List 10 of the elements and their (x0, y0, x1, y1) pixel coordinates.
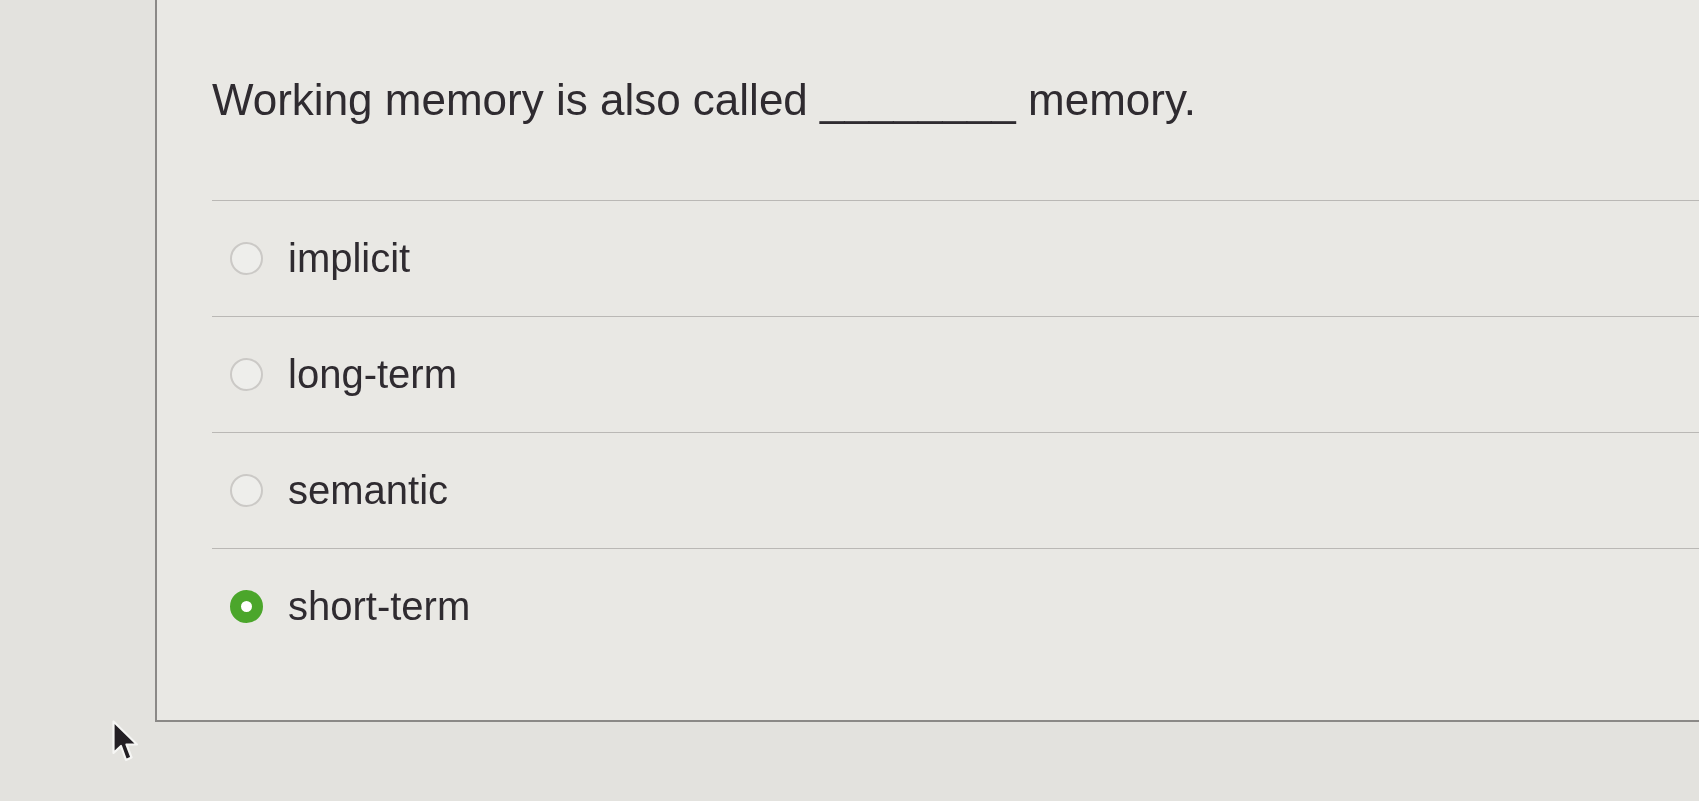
radio-button[interactable] (230, 357, 263, 391)
answer-option-label[interactable]: implicit (288, 234, 411, 283)
radio-button[interactable] (230, 241, 263, 275)
answer-option-label[interactable]: long-term (288, 350, 457, 399)
radio-button[interactable] (230, 589, 263, 623)
question-text: Working memory is also called ________ memory. (212, 74, 1196, 126)
mouse-cursor-icon (112, 720, 139, 762)
answer-option-label[interactable]: short-term (288, 582, 471, 631)
answer-option-label[interactable]: semantic (288, 466, 449, 515)
radio-button[interactable] (230, 473, 263, 507)
